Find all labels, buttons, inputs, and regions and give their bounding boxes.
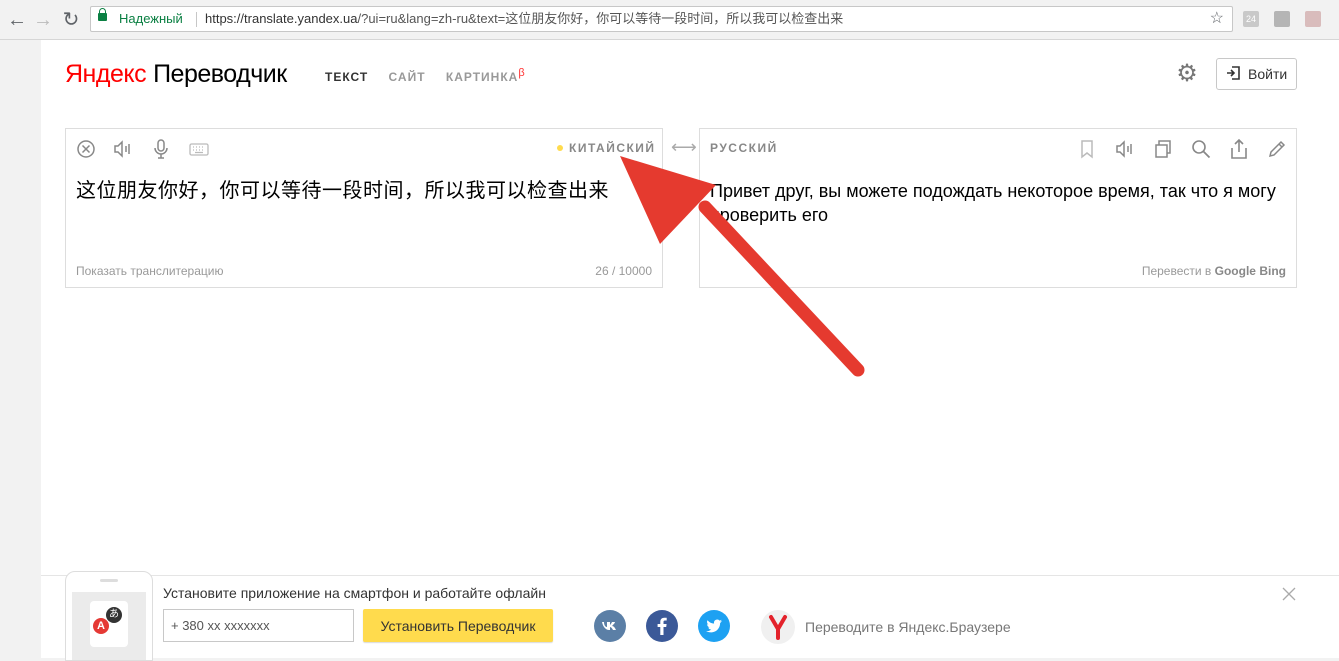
login-label: Войти [1248,66,1288,82]
transliteration-link[interactable]: Показать транслитерацию [76,264,223,278]
edit-pencil-icon[interactable] [1266,138,1288,160]
phone-illustration: あ A [65,571,153,661]
bookmark-icon[interactable] [1076,138,1098,160]
settings-gear-icon[interactable]: ⚙ [1175,62,1199,86]
yandex-browser-link[interactable]: Переводите в Яндекс.Браузере [805,619,1011,635]
app-icon-latin-glyph: A [93,618,109,634]
tab-site[interactable]: САЙТ [389,70,426,84]
mode-tabs: ТЕКСТ САЙТ КАРТИНКАβ [325,67,542,84]
translator-app-icon: あ A [90,601,128,647]
keyboard-icon[interactable] [188,138,210,160]
facebook-share-icon[interactable] [646,610,678,642]
bookmark-star-icon[interactable]: ☆ [1210,7,1224,31]
extension-cast-icon[interactable] [1274,11,1290,27]
yandex-browser-icon[interactable] [761,610,795,644]
copy-icon[interactable] [1152,138,1174,160]
speaker-icon[interactable] [112,138,134,160]
promo-title: Установите приложение на смартфон и рабо… [163,585,546,601]
app-icon-japanese-glyph: あ [106,607,122,623]
extension-24-icon[interactable]: 24 [1243,11,1259,27]
source-language-label: КИТАЙСКИЙ [569,141,656,155]
translate-in-engines: Перевести в Google Bing [1142,264,1286,278]
logo-product: Переводчик [153,60,287,88]
translator-page: Яндекс Переводчик ТЕКСТ САЙТ КАРТИНКАβ ⚙ … [41,40,1339,661]
url-path: /?ui=ru&lang=zh-ru&text=这位朋友你好，你可以等待一段时间… [357,11,844,26]
install-translator-button[interactable]: Установить Переводчик [363,609,553,642]
login-arrow-icon [1227,66,1240,80]
secure-label: Надежный [119,11,183,26]
logo-brand: Яндекс [65,60,147,88]
address-separator [196,12,197,27]
lock-icon [98,8,107,21]
microphone-icon[interactable] [150,138,172,160]
phone-screen: あ A [72,592,146,660]
share-icon[interactable] [1228,138,1250,160]
back-arrow-icon[interactable]: ← [6,9,28,31]
speaker-icon[interactable] [1114,138,1136,160]
reload-icon[interactable]: ↻ [60,9,82,31]
target-language-label: РУССКИЙ [710,141,778,155]
target-language-selector[interactable]: РУССКИЙ [710,141,778,155]
forward-arrow-icon[interactable]: → [32,9,54,31]
app-promo-bar: あ A Установите приложение на смартфон и … [41,571,1339,661]
translation-output: Привет друг, вы можете подождать некотор… [710,181,1276,225]
url-host: https://translate.yandex.ua [205,11,358,26]
extension-badge: 24 [1245,14,1256,24]
translate-in-label: Перевести в [1141,264,1212,278]
search-icon[interactable] [1190,138,1212,160]
clear-icon[interactable] [75,138,97,160]
tab-text[interactable]: ТЕКСТ [325,70,368,84]
extension-crown-icon[interactable] [1305,11,1321,27]
address-bar[interactable]: Надежный https://translate.yandex.ua/?ui… [90,6,1233,32]
yandex-translate-logo[interactable]: Яндекс Переводчик [65,60,287,89]
vk-share-icon[interactable] [594,610,626,642]
source-language-selector[interactable]: КИТАЙСКИЙ [557,141,656,155]
twitter-share-icon[interactable] [698,610,730,642]
char-counter: 26 / 10000 [595,264,652,278]
tab-image[interactable]: КАРТИНКАβ [446,67,526,84]
close-icon[interactable] [1281,586,1297,602]
beta-badge: β [518,67,526,79]
phone-number-input[interactable] [163,609,354,642]
browser-toolbar: ← → ↻ Надежный https://translate.yandex.… [0,0,1339,40]
swap-languages-icon[interactable]: ⟷ [671,138,697,156]
phone-speaker [100,579,118,582]
bing-link[interactable]: Bing [1259,264,1286,278]
login-button[interactable]: Войти [1216,58,1297,90]
source-text-input[interactable]: 这位朋友你好，你可以等待一段时间，所以我可以检查出来 [76,179,609,203]
tab-image-label: КАРТИНКА [445,70,519,84]
source-panel: КИТАЙСКИЙ 这位朋友你好，你可以等待一段时间，所以我可以检查出来 Пок… [65,128,663,288]
google-link[interactable]: Google [1215,264,1256,278]
target-panel: РУССКИЙ Привет друг, вы можете подождать… [699,128,1297,288]
language-dot [557,144,563,151]
url-text[interactable]: https://translate.yandex.ua/?ui=ru&lang=… [205,7,843,31]
